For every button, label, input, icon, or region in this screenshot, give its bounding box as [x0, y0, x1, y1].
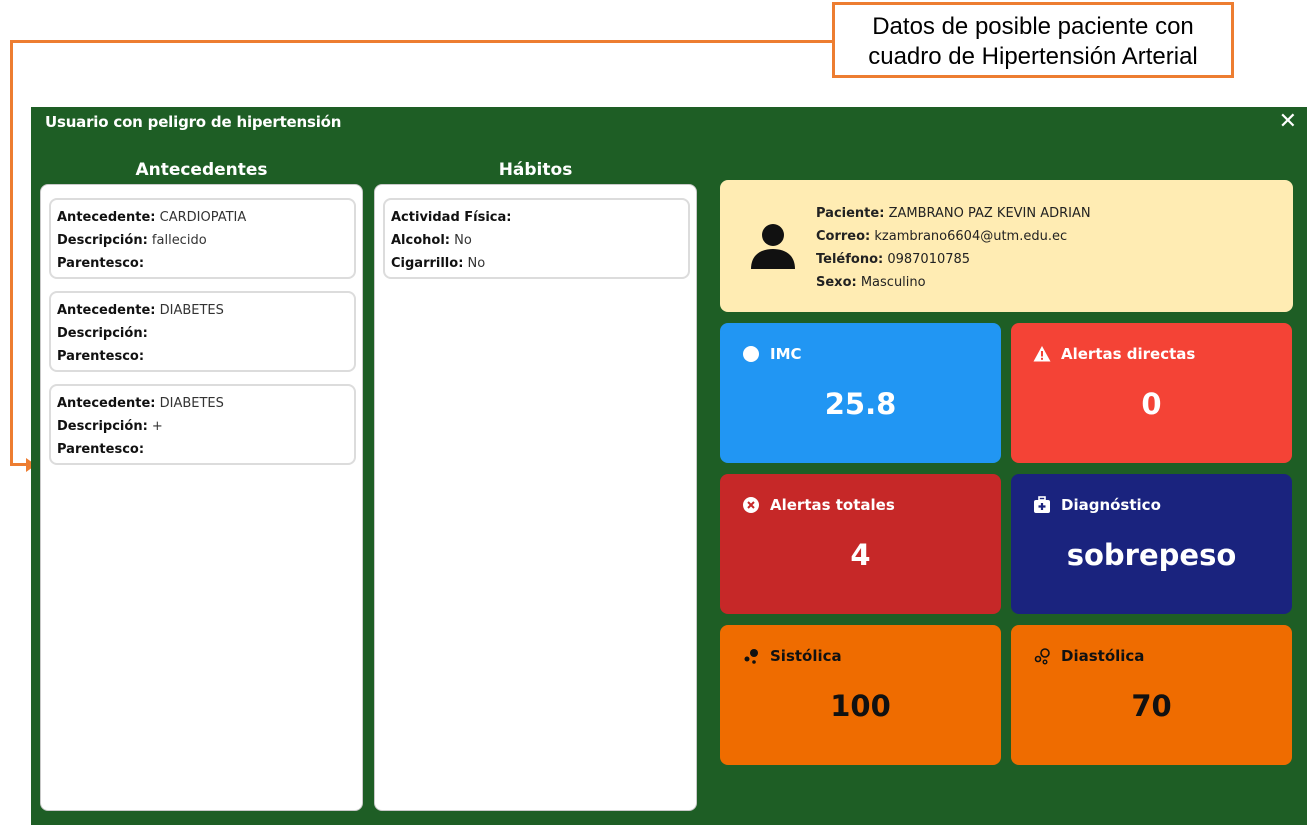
- sistolica-label: Sistólica: [770, 647, 842, 665]
- alertas-directas-tile: Alertas directas 0: [1011, 323, 1292, 463]
- patient-sex-label: Sexo:: [816, 275, 857, 290]
- bubbles-outline-icon: [1034, 648, 1050, 665]
- diastolica-value: 70: [1131, 689, 1172, 723]
- descripcion-value: +: [151, 419, 163, 434]
- descripcion-label: Descripción:: [57, 326, 148, 341]
- actividad-label: Actividad Física:: [391, 210, 512, 225]
- medical-kit-icon: [1034, 496, 1050, 513]
- antecedente-row: Antecedente: DIABETES: [57, 392, 348, 415]
- antecedente-card: Antecedente: CARDIOPATIA Descripción: fa…: [49, 198, 356, 279]
- descripcion-label: Descripción:: [57, 233, 148, 248]
- alcohol-row: Alcohol: No: [391, 229, 682, 252]
- sistolica-label-row: Sistólica: [742, 647, 842, 665]
- diagnostico-label-row: Diagnóstico: [1033, 496, 1161, 514]
- imc-tile: IMC 25.8: [720, 323, 1001, 463]
- warning-icon: [1033, 346, 1051, 362]
- alertas-totales-label: Alertas totales: [770, 496, 895, 514]
- sistolica-tile: Sistólica 100: [720, 625, 1001, 765]
- patient-sex: Masculino: [860, 275, 926, 290]
- sistolica-value: 100: [830, 689, 891, 723]
- habitos-heading: Hábitos: [498, 160, 573, 180]
- patient-info-card: Paciente: ZAMBRANO PAZ KEVIN ADRIAN Corr…: [720, 180, 1293, 312]
- antecedentes-heading: Antecedentes: [135, 160, 268, 180]
- alertas-directas-value: 0: [1141, 387, 1162, 421]
- antecedente-label: Antecedente:: [57, 303, 156, 318]
- patient-details: Paciente: ZAMBRANO PAZ KEVIN ADRIAN Corr…: [816, 202, 1091, 294]
- parentesco-label: Parentesco:: [57, 442, 145, 457]
- cigarrillo-label: Cigarrillo:: [391, 256, 464, 271]
- antecedentes-panel: Antecedente: CARDIOPATIA Descripción: fa…: [40, 184, 363, 811]
- alertas-totales-label-row: Alertas totales: [742, 496, 895, 514]
- descripcion-label: Descripción:: [57, 419, 148, 434]
- antecedente-card: Antecedente: DIABETES Descripción: + Par…: [49, 384, 356, 465]
- antecedente-label: Antecedente:: [57, 396, 156, 411]
- imc-label-row: IMC: [742, 345, 802, 363]
- diastolica-label-row: Diastólica: [1033, 647, 1144, 665]
- diastolica-label: Diastólica: [1061, 647, 1145, 665]
- callout-connector-top: [10, 40, 832, 43]
- cancel-circle-icon: [743, 497, 759, 513]
- diagnostico-label: Diagnóstico: [1061, 496, 1161, 514]
- parentesco-row: Parentesco:: [57, 345, 348, 368]
- antecedente-value: CARDIOPATIA: [159, 210, 247, 225]
- patient-phone: 0987010785: [887, 252, 971, 267]
- person-icon: [751, 224, 795, 269]
- close-icon[interactable]: ✕: [1279, 109, 1297, 135]
- diastolica-tile: Diastólica 70: [1011, 625, 1292, 765]
- diagnostico-tile: Diagnóstico sobrepeso: [1011, 474, 1292, 614]
- annotation-callout: Datos de posible paciente con cuadro de …: [832, 2, 1234, 78]
- dialog-title: Usuario con peligro de hipertensión: [45, 113, 342, 131]
- callout-connector-left: [10, 40, 13, 466]
- descripcion-row: Descripción:: [57, 322, 348, 345]
- patient-sex-row: Sexo: Masculino: [816, 271, 1091, 294]
- descripcion-row: Descripción: fallecido: [57, 229, 348, 252]
- habitos-panel: Actividad Física: Alcohol: No Cigarrillo…: [374, 184, 697, 811]
- descripcion-row: Descripción: +: [57, 415, 348, 438]
- patient-email-row: Correo: kzambrano6604@utm.edu.ec: [816, 225, 1091, 248]
- antecedente-card: Antecedente: DIABETES Descripción: Paren…: [49, 291, 356, 372]
- patient-dialog: Usuario con peligro de hipertensión ✕ An…: [31, 107, 1307, 825]
- imc-label: IMC: [770, 345, 802, 363]
- alertas-totales-tile: Alertas totales 4: [720, 474, 1001, 614]
- habitos-card: Actividad Física: Alcohol: No Cigarrillo…: [383, 198, 690, 279]
- diagnostico-value: sobrepeso: [1066, 538, 1237, 572]
- cigarrillo-row: Cigarrillo: No: [391, 252, 682, 275]
- antecedente-row: Antecedente: CARDIOPATIA: [57, 206, 348, 229]
- patient-phone-label: Teléfono:: [816, 252, 884, 267]
- parentesco-label: Parentesco:: [57, 349, 145, 364]
- descripcion-value: fallecido: [151, 233, 207, 248]
- patient-email-label: Correo:: [816, 229, 871, 244]
- antecedente-value: DIABETES: [159, 396, 224, 411]
- patient-name: ZAMBRANO PAZ KEVIN ADRIAN: [888, 206, 1091, 221]
- patient-phone-row: Teléfono: 0987010785: [816, 248, 1091, 271]
- alcohol-label: Alcohol:: [391, 233, 450, 248]
- parentesco-row: Parentesco:: [57, 252, 348, 275]
- alertas-directas-label-row: Alertas directas: [1033, 345, 1195, 363]
- patient-email: kzambrano6604@utm.edu.ec: [874, 229, 1068, 244]
- annotation-line-2: cuadro de Hipertensión Arterial: [868, 43, 1198, 70]
- antecedente-row: Antecedente: DIABETES: [57, 299, 348, 322]
- imc-value: 25.8: [824, 387, 897, 421]
- parentesco-row: Parentesco:: [57, 438, 348, 461]
- alertas-directas-label: Alertas directas: [1061, 345, 1196, 363]
- annotation-line-1: Datos de posible paciente con: [872, 13, 1194, 40]
- alcohol-value: No: [454, 233, 472, 248]
- actividad-row: Actividad Física:: [391, 206, 682, 229]
- bubbles-icon: [744, 649, 758, 664]
- cigarrillo-value: No: [467, 256, 486, 271]
- antecedente-label: Antecedente:: [57, 210, 156, 225]
- patient-name-row: Paciente: ZAMBRANO PAZ KEVIN ADRIAN: [816, 202, 1091, 225]
- parentesco-label: Parentesco:: [57, 256, 145, 271]
- antecedente-value: DIABETES: [159, 303, 224, 318]
- patient-name-label: Paciente:: [816, 206, 885, 221]
- circle-icon: [743, 346, 759, 362]
- alertas-totales-value: 4: [850, 538, 871, 572]
